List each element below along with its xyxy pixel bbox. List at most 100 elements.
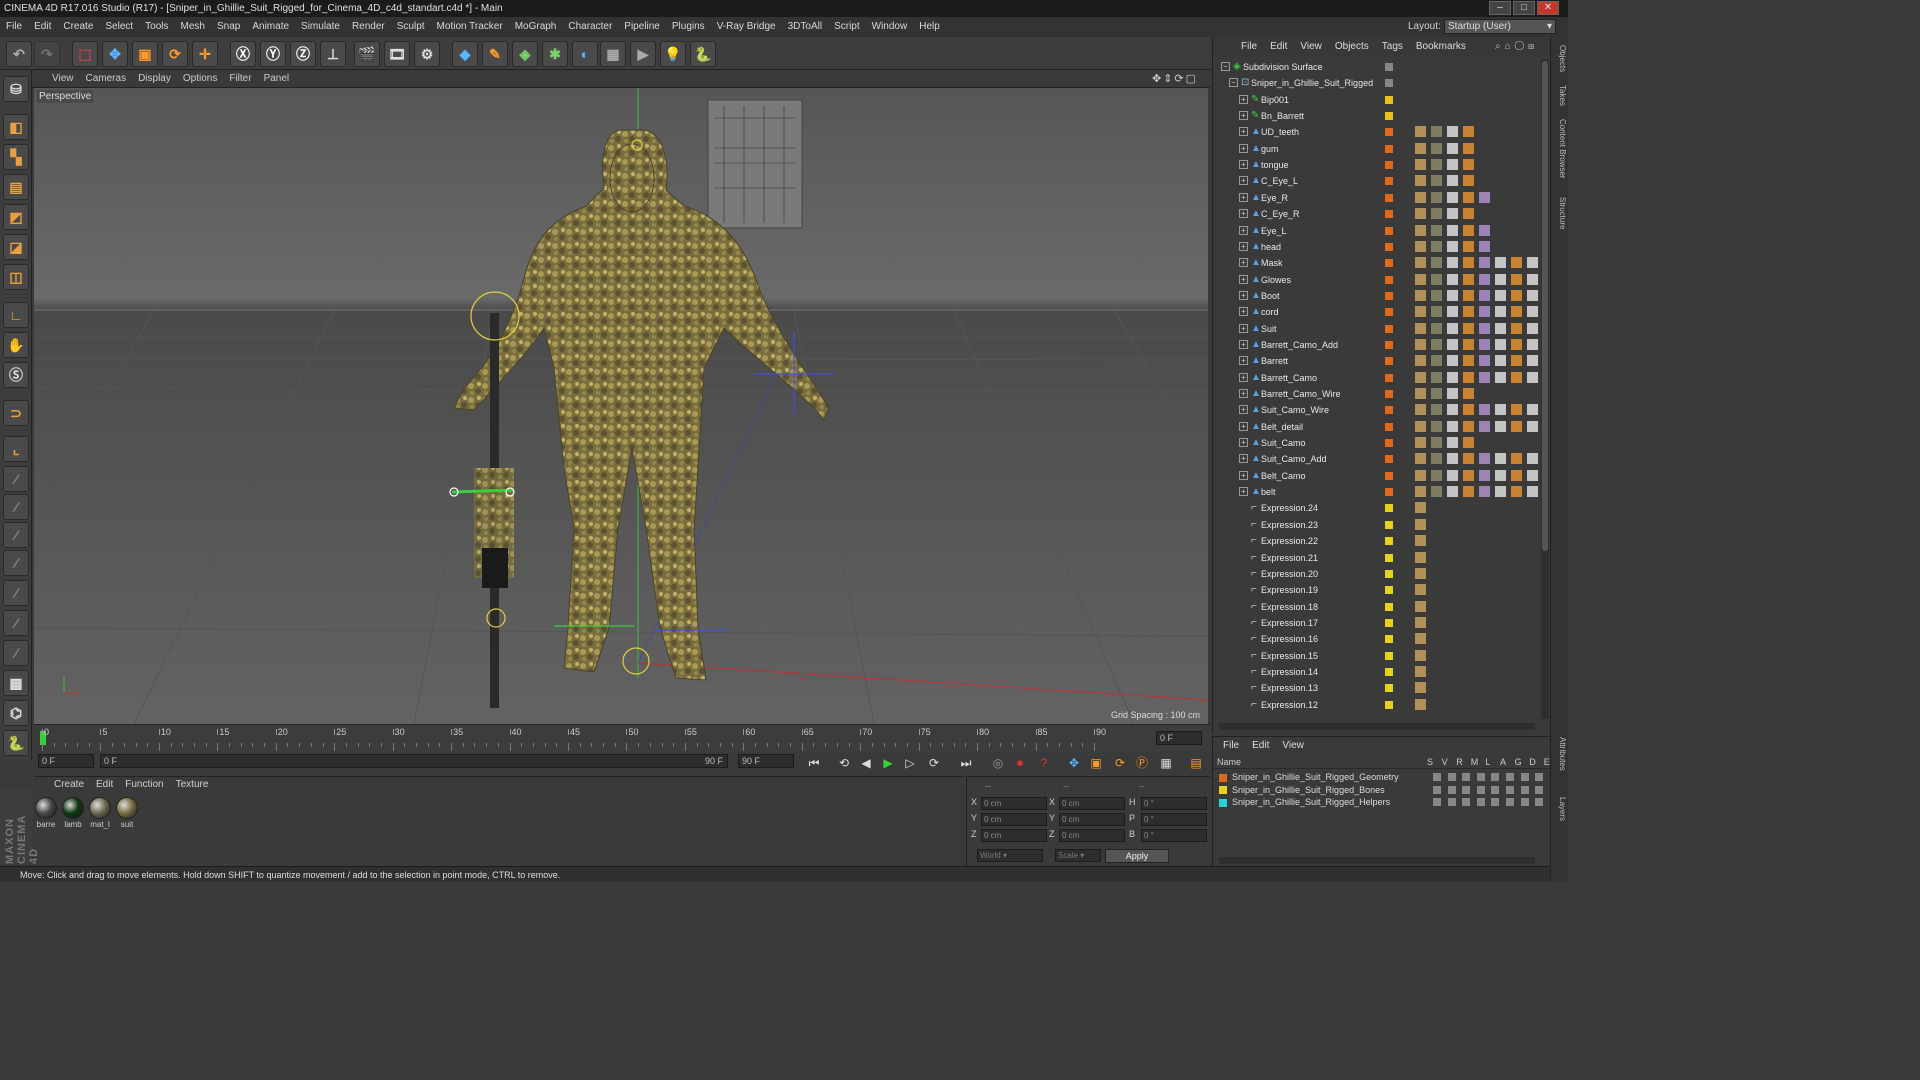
go-to-start-icon[interactable]: ⏮ <box>804 754 824 772</box>
object-tag-icon[interactable] <box>1415 535 1426 547</box>
visibility-dots[interactable] <box>1397 77 1400 89</box>
floor-icon[interactable]: ▦ <box>600 41 626 67</box>
coord-size-field[interactable]: 0 cm <box>1059 829 1125 842</box>
y-axis-lock-icon[interactable]: Ⓨ <box>260 41 286 67</box>
object-tag-icon[interactable] <box>1495 289 1506 301</box>
visibility-dots[interactable] <box>1397 633 1400 645</box>
visibility-dots[interactable] <box>1397 650 1400 662</box>
expand-toggle-icon[interactable]: + <box>1239 209 1248 219</box>
layer-column-header[interactable]: R <box>1456 757 1463 767</box>
visibility-dots[interactable] <box>1397 372 1400 384</box>
visibility-dots[interactable] <box>1397 175 1400 187</box>
viewport-menu-filter[interactable]: Filter <box>229 73 251 84</box>
object-tag-icon[interactable] <box>1527 469 1538 481</box>
previous-frame-icon[interactable]: ◀ <box>856 754 876 772</box>
object-row[interactable]: + ▲ Barrett_Camo <box>1213 370 1538 386</box>
object-tag-icon[interactable] <box>1415 518 1426 530</box>
motion-record-icon[interactable]: ◎ <box>988 754 1008 772</box>
object-tag-icon[interactable] <box>1415 338 1426 350</box>
expand-toggle-icon[interactable]: + <box>1239 241 1248 251</box>
layer-toggle-icon[interactable] <box>1520 798 1529 806</box>
object-tag-icon[interactable] <box>1431 355 1442 367</box>
layer-color-swatch[interactable] <box>1385 488 1393 497</box>
z-axis-lock-icon[interactable]: Ⓩ <box>290 41 316 67</box>
layer-row[interactable]: Sniper_in_Ghillie_Suit_Rigged_Helpers <box>1219 796 1558 808</box>
layer-color-swatch[interactable] <box>1385 667 1393 676</box>
object-tag-icon[interactable] <box>1463 388 1474 399</box>
object-tag-icon[interactable] <box>1511 371 1522 383</box>
object-row[interactable]: + ✎ Bip001 <box>1213 92 1537 108</box>
previous-key-icon[interactable]: ⟲ <box>834 754 854 772</box>
menu-help[interactable]: Help <box>913 17 946 37</box>
menu-mograph[interactable]: MoGraph <box>509 17 563 37</box>
object-tag-icon[interactable] <box>1463 191 1474 203</box>
menu-edit[interactable]: Edit <box>28 17 57 37</box>
layer-row[interactable]: Sniper_in_Ghillie_Suit_Rigged_Geometry <box>1219 771 1558 783</box>
layer-menu-file[interactable]: File <box>1223 740 1239 751</box>
object-row[interactable]: ⌐ Expression.17 <box>1213 615 1537 631</box>
object-tag-icon[interactable] <box>1511 306 1522 318</box>
object-tag-icon[interactable] <box>1495 453 1506 465</box>
visibility-dots[interactable] <box>1397 110 1400 122</box>
object-tag-icon[interactable] <box>1463 371 1474 383</box>
object-tag-icon[interactable] <box>1463 306 1474 318</box>
object-menu-view[interactable]: View <box>1300 41 1322 52</box>
object-tag-icon[interactable] <box>1479 420 1490 432</box>
object-row[interactable]: + ▲ Mask <box>1213 255 1538 271</box>
layer-column-header[interactable]: A <box>1500 757 1506 767</box>
object-tag-icon[interactable] <box>1415 682 1426 694</box>
object-row[interactable]: + ▲ UD_teeth <box>1213 124 1537 140</box>
object-tag-icon[interactable] <box>1479 355 1490 367</box>
expand-toggle-icon[interactable]: + <box>1239 258 1248 268</box>
expand-toggle-icon[interactable]: + <box>1239 372 1248 382</box>
layer-color-swatch[interactable] <box>1385 226 1393 235</box>
object-tag-icon[interactable] <box>1463 208 1474 220</box>
object-tag-icon[interactable] <box>1479 371 1490 383</box>
layer-color-swatch[interactable] <box>1385 373 1393 382</box>
visibility-dots[interactable] <box>1397 404 1400 416</box>
object-tag-icon[interactable] <box>1415 273 1426 285</box>
object-tag-icon[interactable] <box>1479 257 1490 269</box>
key-scale-icon[interactable]: ▣ <box>1086 754 1106 772</box>
object-row[interactable]: + ▲ tongue <box>1213 157 1537 173</box>
layer-toggle-icon[interactable] <box>1433 785 1441 794</box>
layer-color-swatch[interactable] <box>1385 210 1393 219</box>
object-tag-icon[interactable] <box>1447 208 1458 220</box>
end-frame-field[interactable]: 90 F <box>738 754 794 768</box>
menu-tools[interactable]: Tools <box>139 17 174 37</box>
layer-color-swatch[interactable] <box>1385 439 1393 448</box>
object-tag-icon[interactable] <box>1431 257 1442 269</box>
layer-toggle-icon[interactable] <box>1447 773 1456 781</box>
visibility-dots[interactable] <box>1397 421 1400 433</box>
object-tag-icon[interactable] <box>1511 289 1522 301</box>
coord-rotation-field[interactable]: 0 ° <box>1141 829 1207 842</box>
object-tag-icon[interactable] <box>1511 486 1522 498</box>
object-tag-icon[interactable] <box>1415 665 1426 677</box>
object-tag-icon[interactable] <box>1527 306 1538 318</box>
layer-hscrollbar[interactable] <box>1219 857 1535 864</box>
object-tag-icon[interactable] <box>1463 126 1474 138</box>
layer-color-swatch[interactable] <box>1385 193 1393 202</box>
expand-toggle-icon[interactable]: + <box>1239 470 1248 480</box>
object-tag-icon[interactable] <box>1415 191 1426 203</box>
object-tag-icon[interactable] <box>1447 224 1458 236</box>
layer-toggle-icon[interactable] <box>1535 785 1544 794</box>
visibility-dots[interactable] <box>1397 274 1400 286</box>
layer-toggle-icon[interactable] <box>1447 798 1456 806</box>
expand-toggle-icon[interactable]: + <box>1239 160 1248 170</box>
visibility-dots[interactable] <box>1397 208 1400 220</box>
rotate-tool-icon[interactable]: ⟳ <box>162 41 188 67</box>
coord-size-field[interactable]: 0 cm <box>1059 797 1125 810</box>
object-tag-icon[interactable] <box>1463 289 1474 301</box>
layer-color-swatch[interactable] <box>1385 700 1393 709</box>
menu-window[interactable]: Window <box>866 17 914 37</box>
record-active-icon[interactable]: ⏺ <box>1010 754 1030 772</box>
side-tab-structure[interactable]: Structure <box>1553 197 1567 229</box>
visibility-dots[interactable] <box>1397 699 1400 711</box>
coord-rotation-field[interactable]: 0 ° <box>1141 797 1207 810</box>
object-tag-icon[interactable] <box>1431 289 1442 301</box>
expand-toggle-icon[interactable]: + <box>1239 176 1248 186</box>
visibility-dots[interactable] <box>1397 306 1400 318</box>
expand-toggle-icon[interactable]: + <box>1239 127 1248 137</box>
current-frame-readout[interactable]: 0 F <box>1156 731 1202 745</box>
